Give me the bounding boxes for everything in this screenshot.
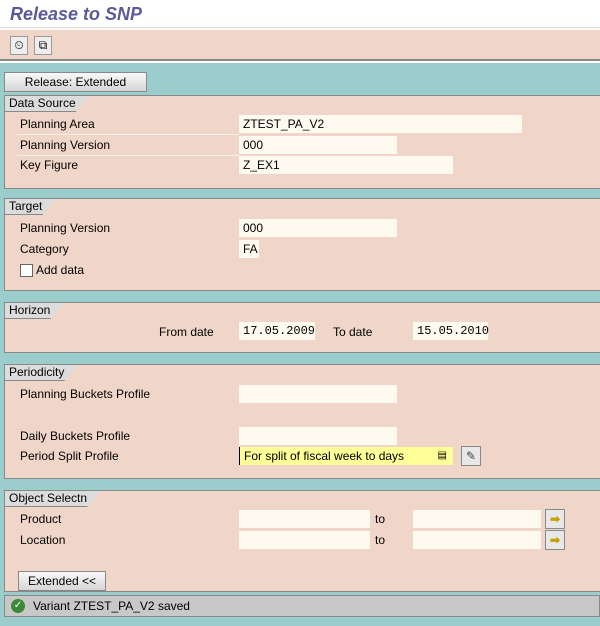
application-toolbar: ⏲ ⧉	[0, 30, 600, 61]
add-data-checkbox[interactable]	[20, 264, 33, 277]
key-figure-label: Key Figure	[20, 158, 79, 172]
panel-title: Horizon	[5, 303, 64, 319]
horizon-panel: Horizon From date 17.05.2009 To date 15.…	[4, 302, 600, 353]
product-from-input[interactable]	[239, 510, 370, 528]
from-date-input[interactable]: 17.05.2009	[239, 322, 315, 340]
planning-area-label: Planning Area	[20, 117, 95, 131]
key-figure-input[interactable]: Z_EX1	[239, 156, 453, 174]
location-to-input[interactable]	[413, 531, 541, 549]
to-date-input[interactable]: 15.05.2010	[413, 322, 489, 340]
target-planning-version-label: Planning Version	[20, 221, 111, 235]
success-check-icon: ✓	[11, 599, 25, 613]
to-date-label: To date	[333, 325, 373, 339]
search-help-icon[interactable]: ▤	[438, 447, 447, 465]
extended-collapse-button[interactable]: Extended <<	[18, 571, 106, 591]
planning-version-input[interactable]: 000	[239, 136, 397, 154]
title-bar: Release to SNP	[0, 0, 600, 28]
category-input[interactable]: FA	[239, 240, 259, 258]
object-selection-panel: Object Selectn Product to ➡ Location to …	[4, 490, 600, 592]
edit-pencil-button[interactable]: ✎	[461, 446, 481, 466]
daily-buckets-label: Daily Buckets Profile	[20, 429, 131, 443]
status-bar: ✓ Variant ZTEST_PA_V2 saved	[4, 595, 600, 617]
period-split-value: For split of fiscal week to days	[244, 449, 405, 463]
location-multiple-selection-arrow-icon[interactable]: ➡	[545, 530, 565, 550]
status-message: Variant ZTEST_PA_V2 saved	[33, 599, 190, 613]
planning-area-input[interactable]: ZTEST_PA_V2	[239, 115, 522, 133]
location-label: Location	[20, 533, 66, 547]
execute-icon[interactable]: ⏲	[10, 36, 28, 55]
planning-buckets-input[interactable]	[239, 385, 397, 403]
period-split-label: Period Split Profile	[20, 449, 119, 463]
planning-buckets-label: Planning Buckets Profile	[20, 387, 151, 401]
panel-title: Periodicity	[5, 365, 78, 381]
panel-title: Target	[5, 199, 56, 215]
variant-icon[interactable]: ⧉	[34, 36, 52, 55]
product-multiple-selection-arrow-icon[interactable]: ➡	[545, 509, 565, 529]
panel-title: Object Selectn	[5, 491, 101, 507]
add-data-label: Add data	[36, 263, 85, 277]
release-extended-button[interactable]: Release: Extended	[4, 72, 147, 92]
location-to-label: to	[375, 533, 386, 547]
location-from-input[interactable]	[239, 531, 370, 549]
target-planning-version-input[interactable]: 000	[239, 219, 397, 237]
planning-version-label: Planning Version	[20, 138, 111, 152]
category-label: Category	[20, 242, 69, 256]
product-to-input[interactable]	[413, 510, 541, 528]
period-split-input[interactable]: For split of fiscal week to days ▤	[239, 447, 453, 465]
product-label: Product	[20, 512, 62, 526]
data-source-panel: Data Source Planning Area ZTEST_PA_V2 Pl…	[4, 95, 600, 189]
from-date-label: From date	[159, 325, 214, 339]
panel-title: Data Source	[5, 96, 90, 112]
product-to-label: to	[375, 512, 386, 526]
target-panel: Target Planning Version 000 Category FA …	[4, 198, 600, 291]
page-title: Release to SNP	[10, 4, 143, 24]
daily-buckets-input[interactable]	[239, 427, 397, 445]
periodicity-panel: Periodicity Planning Buckets Profile Dai…	[4, 364, 600, 479]
